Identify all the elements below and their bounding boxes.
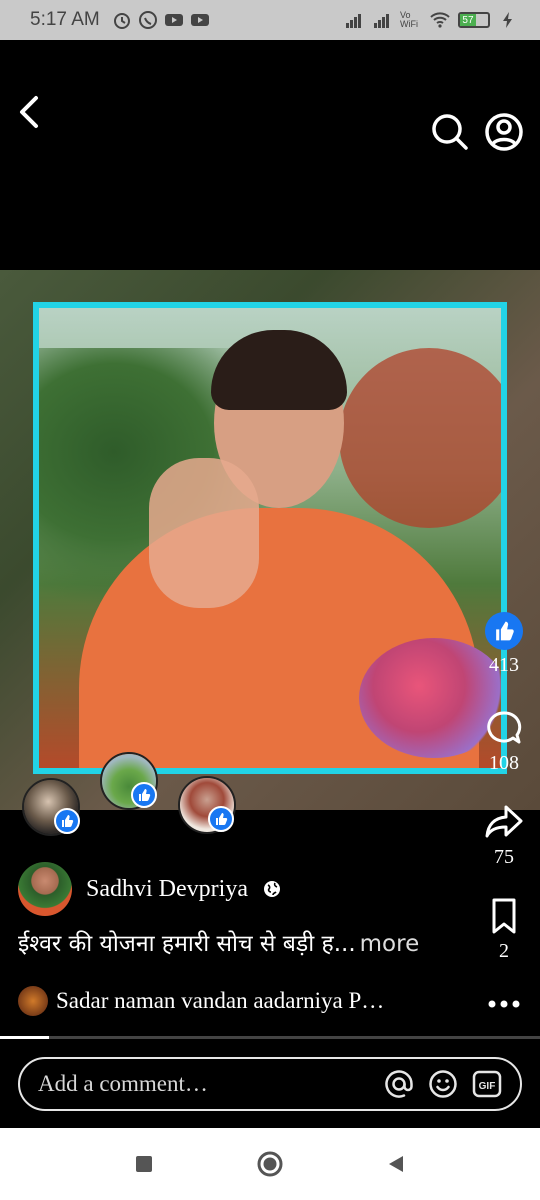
- at-sign-icon: [385, 1070, 413, 1098]
- author-avatar[interactable]: [18, 862, 72, 916]
- saves-count: 2: [499, 940, 509, 962]
- youtube-icon: [164, 14, 183, 26]
- recents-button[interactable]: [129, 1149, 159, 1179]
- like-button[interactable]: [485, 612, 523, 650]
- globe-icon: [263, 881, 280, 897]
- comment-input[interactable]: [38, 1071, 372, 1097]
- like-badge-icon: [54, 808, 80, 834]
- video-figure-hand: [149, 458, 259, 608]
- mention-button[interactable]: [382, 1067, 416, 1101]
- gif-button[interactable]: GIF: [470, 1067, 504, 1101]
- author-row: Sadhvi Devpriya: [18, 862, 282, 916]
- triangle-back-icon: [389, 1156, 403, 1172]
- whatsapp-icon: [138, 11, 157, 29]
- profile-button[interactable]: [484, 112, 524, 152]
- alarm-icon: [113, 13, 130, 29]
- emoji-button[interactable]: [426, 1067, 460, 1101]
- wifi-icon: [430, 12, 450, 28]
- more-link[interactable]: more: [360, 931, 420, 957]
- video-progress-fill: [0, 1036, 49, 1039]
- shares-count: 75: [494, 846, 514, 868]
- thumbs-up-icon: [496, 621, 514, 641]
- save-button[interactable]: [484, 896, 524, 936]
- signal-icon: [346, 14, 361, 28]
- home-circle-icon: [257, 1151, 283, 1177]
- gif-icon: GIF: [472, 1070, 502, 1098]
- comment-bubble-icon: [487, 711, 522, 744]
- like-action[interactable]: 413: [482, 612, 526, 677]
- video-figure-hair: [211, 330, 347, 410]
- post-caption[interactable]: ईश्वर की योजना हमारी सोच से बड़ी ह... mor…: [18, 926, 419, 958]
- like-badge-icon: [208, 806, 234, 832]
- battery-level: 57: [460, 14, 476, 26]
- more-options-action[interactable]: [482, 984, 526, 1024]
- comments-count: 108: [489, 752, 519, 774]
- likes-count: 413: [489, 654, 519, 676]
- more-options-button[interactable]: [484, 984, 524, 1024]
- battery-icon: 57: [458, 12, 490, 28]
- system-back-button[interactable]: [381, 1149, 411, 1179]
- video-player[interactable]: [0, 270, 540, 810]
- more-dots-icon: [488, 1000, 520, 1008]
- gif-label: GIF: [479, 1081, 496, 1092]
- chevron-left-icon: [20, 96, 38, 128]
- home-button[interactable]: [255, 1149, 285, 1179]
- comment-button[interactable]: [484, 708, 524, 748]
- signal-icon-2: [374, 14, 389, 28]
- video-progress-bar[interactable]: [0, 1036, 540, 1039]
- share-arrow-icon: [485, 805, 523, 838]
- save-action[interactable]: 2: [482, 896, 526, 963]
- video-background-veena: [339, 348, 501, 528]
- back-button[interactable]: [14, 92, 46, 132]
- comment-action[interactable]: 108: [482, 708, 526, 775]
- search-button[interactable]: [430, 112, 470, 152]
- share-action[interactable]: 75: [482, 802, 526, 869]
- square-icon: [136, 1156, 152, 1172]
- like-badge-icon: [131, 782, 157, 808]
- status-time: 5:17 AM: [30, 9, 100, 30]
- share-button[interactable]: [484, 802, 524, 842]
- video-frame: [33, 302, 507, 774]
- system-nav-bar: [0, 1128, 540, 1200]
- commenter-avatar: [18, 986, 48, 1016]
- author-name[interactable]: Sadhvi Devpriya: [86, 876, 248, 903]
- search-icon: [432, 114, 468, 150]
- comment-box: GIF: [18, 1057, 522, 1111]
- smiley-icon: [429, 1070, 457, 1098]
- vowifi-label: Vo WiFi: [400, 10, 418, 29]
- charging-icon: [503, 12, 512, 28]
- profile-icon: [485, 113, 523, 151]
- bookmark-icon: [492, 898, 516, 934]
- youtube-icon-2: [190, 14, 209, 26]
- top-comment-text: Sadar naman vandan aadarniya P…: [56, 988, 385, 1013]
- top-comment-preview[interactable]: Sadar naman vandan aadarniya P…: [18, 986, 384, 1016]
- status-bar: 5:17 AM Vo WiFi 57: [0, 0, 540, 40]
- caption-text: ईश्वर की योजना हमारी सोच से बड़ी ह...: [18, 931, 356, 957]
